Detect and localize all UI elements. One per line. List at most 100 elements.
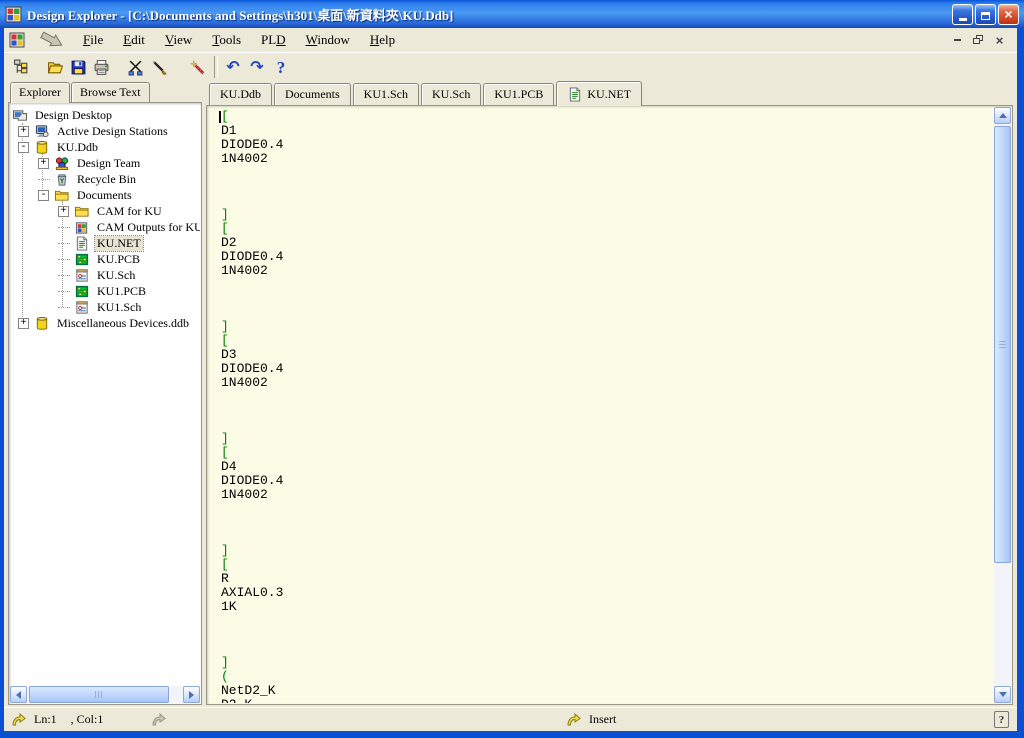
netdoc-icon [567,86,583,102]
tree-item-cam-outputs-for-ku[interactable]: CAM Outputs for KU [10,219,200,235]
minimize-button[interactable] [952,4,973,25]
tree-item-miscellaneous-devices-ddb[interactable]: +Miscellaneous Devices.ddb [10,315,200,331]
mdi-minimize-button[interactable] [949,33,966,48]
editor-line: [ [221,110,993,124]
menu-tools[interactable]: Tools [202,30,251,50]
spell-wand-icon[interactable] [186,56,208,78]
doc-tab-documents[interactable]: Documents [274,83,351,105]
cursor-col-label: , Col:1 [71,712,104,727]
tree-horizontal-scrollbar[interactable] [10,686,200,703]
menu-view[interactable]: View [155,30,202,50]
status-arrow-icon [11,713,27,726]
editor-line: R [221,572,993,586]
tree-item-ku-pcb[interactable]: KU.PCB [10,251,200,267]
chevron-up-icon [999,113,1007,118]
menu-file[interactable]: File [73,30,113,50]
team-icon [54,155,71,171]
editor-line: 1N4002 [221,264,993,278]
tree-item-ku-sch[interactable]: KU.Sch [10,267,200,283]
editor-line: DIODE0.4 [221,362,993,376]
collapse-icon[interactable]: - [18,142,29,153]
horizontal-scroll-thumb[interactable] [29,686,169,703]
tree-item-label: KU.PCB [95,252,142,267]
doc-tab-ku-sch[interactable]: KU.Sch [421,83,481,105]
tree-item-ku-ddb[interactable]: -KU.Ddb [10,139,200,155]
status-help-icon[interactable]: ? [994,711,1009,728]
vertical-scroll-thumb[interactable] [994,126,1011,563]
client-area: FileEditViewToolsPLDWindowHelp × ↶↷? Exp… [4,28,1017,731]
tab-explorer[interactable]: Explorer [10,82,70,103]
tree-item-label: KU.NET [95,236,143,251]
window-controls: × [952,4,1019,25]
mdi-close-button[interactable]: × [991,33,1008,48]
doc-tab-ku-ddb[interactable]: KU.Ddb [209,83,272,105]
scroll-left-button[interactable] [10,686,27,703]
tree-item-label: Recycle Bin [75,172,138,187]
expand-icon[interactable]: + [38,158,49,169]
undo-icon[interactable]: ↶ [222,56,244,78]
tree-item-design-team[interactable]: +Design Team [10,155,200,171]
folder-icon [74,203,91,219]
doc-tab-ku-net[interactable]: KU.NET [556,81,642,106]
scroll-up-button[interactable] [994,107,1011,124]
editor-line [221,418,993,432]
open-document-icon[interactable] [44,56,66,78]
minimize-icon [959,18,967,21]
tree-item-design-desktop[interactable]: Design Desktop [10,107,200,123]
editor-line [221,166,993,180]
tab-browse-text[interactable]: Browse Text [71,82,150,102]
editor-line: [ [221,334,993,348]
menu-help[interactable]: Help [360,30,405,50]
editor-line: 1N4002 [221,376,993,390]
tree-item-recycle-bin[interactable]: Recycle Bin [10,171,200,187]
database-icon [34,315,51,331]
maximize-button[interactable] [975,4,996,25]
editor-line [221,390,993,404]
tree-item-active-design-stations[interactable]: +Active Design Stations [10,123,200,139]
editor-line: 1N4002 [221,488,993,502]
redo-icon[interactable]: ↷ [246,56,268,78]
cut-icon[interactable] [124,56,146,78]
title-bar[interactable]: Design Explorer - [C:\Documents and Sett… [0,0,1024,28]
print-icon[interactable] [90,56,112,78]
database-icon [34,139,51,155]
expand-icon[interactable]: + [18,126,29,137]
editor-vertical-scrollbar[interactable] [994,107,1011,703]
scroll-down-button[interactable] [994,686,1011,703]
tree-item-label: KU.Sch [95,268,137,283]
design-manager-toggle-icon[interactable] [10,56,32,78]
editor-line [221,278,993,292]
mdi-close-icon: × [996,33,1004,48]
menu-items: FileEditViewToolsPLDWindowHelp [73,30,405,50]
stations-icon [34,123,51,139]
expand-icon[interactable]: + [58,206,69,217]
doc-tab-ku1-sch[interactable]: KU1.Sch [353,83,419,105]
collapse-icon[interactable]: - [38,190,49,201]
doc-tab-ku1-pcb[interactable]: KU1.PCB [483,83,554,105]
menu-pld[interactable]: PLD [251,30,296,50]
app-logo-icon[interactable] [5,6,22,23]
tree-item-ku-net[interactable]: KU.NET [10,235,200,251]
document-system-menu-icon[interactable] [9,32,25,48]
scroll-right-button[interactable] [183,686,200,703]
chevron-left-icon [16,691,21,699]
tree-item-ku1-sch[interactable]: KU1.Sch [10,299,200,315]
expand-icon[interactable]: + [18,318,29,329]
tree-item-ku1-pcb[interactable]: KU1.PCB [10,283,200,299]
menu-window[interactable]: Window [296,30,360,50]
editor-line: 1N4002 [221,152,993,166]
document-tabs: KU.Ddb DocumentsKU1.Sch KU.Sch KU1.PCBKU.NE… [206,82,1013,105]
text-editor[interactable]: [D1DIODE0.41N4002][D2DIODE0.41N4002][D3D… [208,107,993,703]
tree-item-cam-for-ku[interactable]: +CAM for KU [10,203,200,219]
insert-arrow-icon [566,713,582,726]
menu-edit[interactable]: Edit [113,30,155,50]
mdi-restore-button[interactable] [970,33,987,48]
doc-tab-label: KU.Ddb [220,87,261,102]
editor: [D1DIODE0.41N4002][D2DIODE0.41N4002][D3D… [206,105,1013,705]
tree-item-documents[interactable]: -Documents [10,187,200,203]
close-button[interactable]: × [998,4,1019,25]
help-icon[interactable]: ? [270,56,292,78]
copy-icon[interactable] [148,56,170,78]
save-document-icon[interactable] [67,56,89,78]
doc-tab-label: KU.Sch [432,87,470,102]
